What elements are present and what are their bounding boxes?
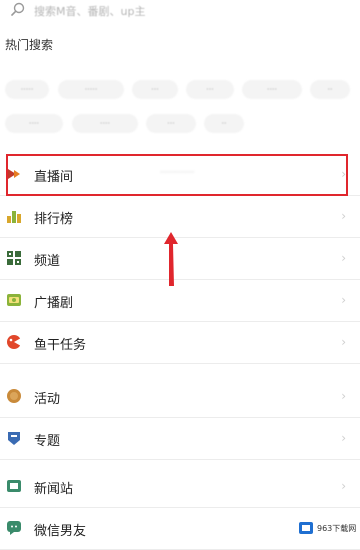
menu-item-label: 广播剧 — [34, 296, 74, 311]
menu-item-label: 活动 — [34, 392, 61, 407]
menu-item-label: 频道 — [34, 254, 61, 269]
chevron-right-icon: › — [341, 209, 346, 223]
chevron-right-icon: › — [341, 389, 346, 403]
menu-item-label: 新闻站 — [34, 482, 74, 497]
topic-icon — [8, 432, 20, 445]
menu-item-label: 鱼干任务 — [34, 338, 87, 353]
ranking-icon — [7, 211, 21, 223]
hot-search-chip[interactable]: ····· — [5, 80, 49, 99]
radio-drama-icon — [7, 294, 21, 306]
hot-search-chip[interactable]: ····· — [58, 80, 124, 99]
chevron-right-icon: › — [341, 479, 346, 493]
hot-search-chip[interactable]: ···· — [242, 80, 302, 99]
hot-search-title: 热门搜索 — [5, 38, 54, 52]
menu-item-label: 微信男友 — [34, 524, 87, 539]
watermark: 963下载网 — [298, 515, 358, 541]
hot-search-chip[interactable]: ···· — [72, 114, 138, 133]
watermark-text: 963下载网 — [317, 523, 357, 533]
red-arrow-icon — [164, 232, 178, 286]
chevron-right-icon: › — [341, 251, 346, 265]
menu-item-label: 专题 — [34, 434, 61, 449]
chevron-right-icon: › — [341, 335, 346, 349]
hot-search-chip[interactable]: ·· — [204, 114, 244, 133]
menu-item-label: 排行榜 — [34, 212, 74, 227]
search-bar[interactable] — [0, 0, 360, 24]
channel-icon — [7, 251, 21, 265]
search-input[interactable] — [34, 4, 254, 18]
chevron-right-icon: › — [341, 293, 346, 307]
activity-icon — [7, 389, 21, 403]
hot-search-chip[interactable]: ··· — [186, 80, 234, 99]
search-icon — [11, 2, 25, 16]
watermark-logo-icon — [299, 522, 313, 534]
menu-item-topic[interactable]: 专题 › — [0, 418, 360, 460]
wechat-boyfriend-icon — [7, 521, 21, 535]
menu-item-fish-task[interactable]: 鱼干任务 › — [0, 322, 360, 364]
chevron-right-icon: › — [341, 431, 346, 445]
fish-task-icon — [7, 335, 21, 349]
hot-search-chip[interactable]: ··· — [146, 114, 196, 133]
hot-search-chip[interactable]: ·· — [310, 80, 350, 99]
menu-item-activity[interactable]: 活动 › — [0, 376, 360, 418]
hot-search-chip[interactable]: ···· — [5, 114, 63, 133]
hot-search-chip[interactable]: ··· — [132, 80, 178, 99]
news-icon — [7, 480, 21, 492]
highlight-box — [6, 154, 348, 196]
menu-item-news[interactable]: 新闻站 › — [0, 466, 360, 508]
